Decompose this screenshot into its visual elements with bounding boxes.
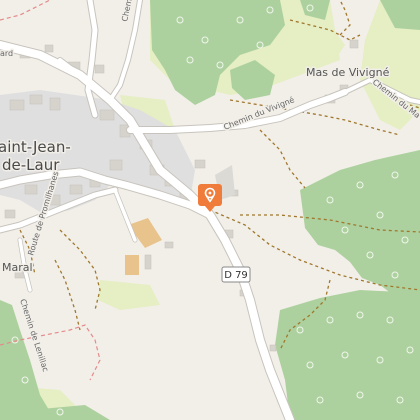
road-shield-d79-text: D 79	[224, 270, 248, 281]
hamlet-label-maral: Maral	[2, 261, 33, 274]
map-view[interactable]: aint-Jean- de-Laur Mas de Vivigné Maral …	[0, 0, 420, 420]
road-shield-d79: D 79	[221, 266, 251, 283]
special-building-annex	[125, 255, 139, 275]
place-label-line1: aint-Jean-	[0, 138, 71, 156]
road-label-top-left: ard	[0, 49, 13, 58]
